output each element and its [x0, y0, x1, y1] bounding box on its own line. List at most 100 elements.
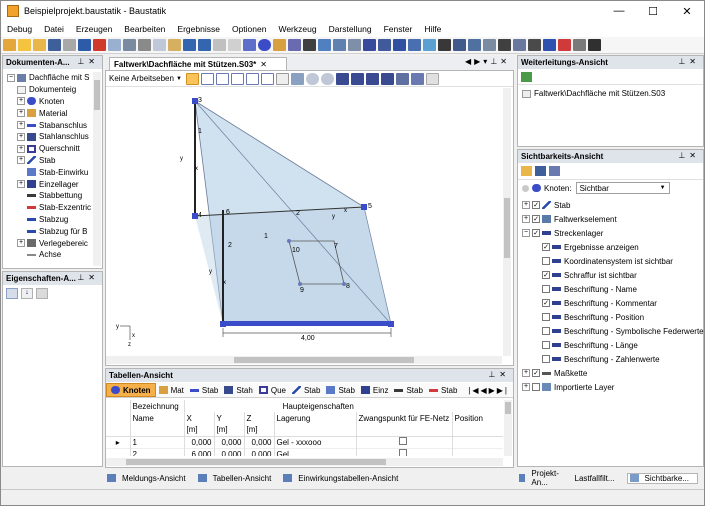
- paste-icon[interactable]: [168, 39, 181, 51]
- coord-icon[interactable]: [513, 39, 526, 51]
- vis-checkbox[interactable]: [542, 355, 550, 363]
- function-icon[interactable]: [588, 39, 601, 51]
- word-export-icon[interactable]: [78, 39, 91, 51]
- menu-hilfe[interactable]: Hilfe: [418, 24, 447, 34]
- property-pages-icon[interactable]: [36, 288, 48, 299]
- tab-stah[interactable]: Stah: [221, 386, 255, 395]
- bug-icon[interactable]: [3, 39, 16, 51]
- flag-icon[interactable]: [303, 39, 316, 51]
- tab-que[interactable]: Que: [256, 386, 289, 395]
- vis-item-faltwerkselement[interactable]: + ✓ Faltwerkselement: [522, 212, 703, 226]
- vis-item-koordinatensystem[interactable]: Koordinatensystem ist sichtbar: [542, 254, 703, 268]
- cell-x[interactable]: 0,000: [184, 436, 215, 448]
- line-support[interactable]: [223, 321, 391, 326]
- tab-stab-3[interactable]: Stab: [323, 386, 357, 395]
- tree-item-stabzug-fuer-b[interactable]: Stabzug für B: [17, 225, 91, 237]
- save-icon[interactable]: [535, 166, 546, 176]
- mesh-icon[interactable]: [423, 39, 436, 51]
- tree-item-achse[interactable]: Achse: [17, 249, 91, 261]
- back-icon[interactable]: [305, 72, 319, 85]
- model-canvas[interactable]: 3 4 5 6 7 8 9 10 1 2 2 1 4,00 y x y x y …: [106, 88, 502, 356]
- canvas-vertical-scrollbar[interactable]: [503, 88, 511, 356]
- tree-root[interactable]: − Dachfläche mit S: [7, 72, 91, 84]
- menu-optionen[interactable]: Optionen: [226, 24, 273, 34]
- tab-stab-5[interactable]: Stab: [426, 386, 460, 395]
- tab-stab-4[interactable]: Stab: [391, 386, 425, 395]
- list-settings-icon[interactable]: [549, 166, 560, 176]
- close-button[interactable]: ✕: [670, 1, 704, 21]
- cell-z[interactable]: 0,000: [244, 448, 275, 456]
- menu-ergebnisse[interactable]: Ergebnisse: [171, 24, 226, 34]
- panel-pin-icon[interactable]: ⊥✕: [488, 370, 510, 379]
- spring-icon[interactable]: [543, 39, 556, 51]
- scroll-thumb[interactable]: [505, 402, 511, 414]
- grid-icon[interactable]: [348, 39, 361, 51]
- zoom-window-icon[interactable]: [245, 72, 259, 85]
- panel-pin-icon[interactable]: ⊥✕: [77, 57, 99, 66]
- tab-mat[interactable]: Mat: [156, 386, 187, 395]
- tree-item-einzellager[interactable]: + Einzellager: [17, 178, 91, 190]
- menu-erzeugen[interactable]: Erzeugen: [70, 24, 118, 34]
- rotate-icon[interactable]: [290, 72, 304, 85]
- querschnitt-icon[interactable]: [288, 39, 301, 51]
- scroll-thumb[interactable]: [234, 357, 414, 363]
- tab-lastfallfilter[interactable]: Lastfallfilt...: [575, 474, 621, 483]
- vis-checkbox[interactable]: [542, 313, 550, 321]
- menu-bearbeiten[interactable]: Bearbeiten: [118, 24, 171, 34]
- alphabetical-sort-icon[interactable]: ↓: [21, 288, 33, 299]
- knoten-icon[interactable]: [258, 39, 271, 51]
- tree-item-stab-exzentrizitaet[interactable]: Stab-Exzentric: [17, 202, 91, 214]
- vis-checkbox[interactable]: [542, 327, 550, 335]
- zoom-icon[interactable]: [318, 39, 331, 51]
- tab-meldungs-ansicht[interactable]: Meldungs-Ansicht: [107, 474, 192, 483]
- tree-item-verlegebereich[interactable]: + Verlegebereic: [17, 237, 91, 249]
- vis-checkbox[interactable]: ✓: [532, 201, 540, 209]
- doc-tab[interactable]: Faltwerk\Dachfläche mit Stützen.S03* ✕: [109, 57, 287, 70]
- zwangspunkt-checkbox[interactable]: [399, 449, 407, 456]
- categorized-sort-icon[interactable]: [6, 288, 18, 299]
- table-row[interactable]: 2 6,000 0,000 0,000 Gel: [106, 448, 503, 456]
- tab-scroll-arrows[interactable]: |◀◀▶▶|: [468, 386, 513, 395]
- save-icon[interactable]: [48, 39, 61, 51]
- area-load-icon[interactable]: [468, 39, 481, 51]
- row-selector-icon[interactable]: ▸: [106, 436, 131, 448]
- canvas-horizontal-scrollbar[interactable]: [106, 356, 502, 364]
- collapse-icon[interactable]: [522, 184, 529, 192]
- documents-scrollbar[interactable]: [93, 72, 101, 266]
- tab-einwirkungstabellen-ansicht[interactable]: Einwirkungstabellen-Ansicht: [283, 474, 404, 483]
- open-folder-icon[interactable]: [33, 39, 46, 51]
- view-side-icon[interactable]: [350, 72, 364, 85]
- vis-item-ergebnisse[interactable]: ✓ Ergebnisse anzeigen: [542, 240, 703, 254]
- vis-item-laenge[interactable]: Beschriftung - Länge: [542, 338, 703, 352]
- tab-sichtbarkeits-ansicht[interactable]: Sichtbarke...: [626, 472, 698, 484]
- eccentric-icon[interactable]: [558, 39, 571, 51]
- tree-item-knoten[interactable]: + Knoten: [17, 96, 91, 108]
- node-9[interactable]: [298, 282, 302, 286]
- table-row[interactable]: ▸ 1 0,000 0,000 0,000 Gel - xxxooo: [106, 436, 503, 448]
- menu-darstellung[interactable]: Darstellung: [323, 24, 378, 34]
- text-icon[interactable]: [483, 39, 496, 51]
- view-iso-icon[interactable]: [380, 72, 394, 85]
- visibility-dropdown[interactable]: Sichtbar ▼: [575, 182, 670, 194]
- node-5[interactable]: [361, 204, 367, 210]
- vis-item-importierte-layer[interactable]: + Importierte Layer: [522, 380, 703, 394]
- zoom-in-icon[interactable]: [215, 72, 229, 85]
- panel-pin-icon[interactable]: ⊥✕: [77, 273, 99, 282]
- scroll-thumb[interactable]: [126, 459, 386, 465]
- workplane-selector[interactable]: Keine Arbeitseben: [109, 74, 174, 83]
- view-front-icon[interactable]: [335, 72, 349, 85]
- tab-projekt-ansicht[interactable]: Projekt-An...: [519, 469, 569, 487]
- vis-checkbox[interactable]: [532, 383, 540, 391]
- tree-item-dokumenteig[interactable]: Dokumenteig: [17, 84, 91, 96]
- tree-item-stab-einwirkung[interactable]: Stab-Einwirku: [17, 166, 91, 178]
- view-top-icon[interactable]: [365, 72, 379, 85]
- cell-lagerung[interactable]: Gel: [274, 448, 357, 456]
- line-load-icon[interactable]: [453, 39, 466, 51]
- vis-checkbox[interactable]: [542, 285, 550, 293]
- select-icon[interactable]: [228, 39, 241, 51]
- print-preview-icon[interactable]: [108, 39, 121, 51]
- vis-item-position[interactable]: Beschriftung - Position: [542, 310, 703, 324]
- vis-checkbox[interactable]: ✓: [542, 243, 550, 251]
- vis-checkbox[interactable]: ✓: [542, 299, 550, 307]
- load-icon[interactable]: [393, 39, 406, 51]
